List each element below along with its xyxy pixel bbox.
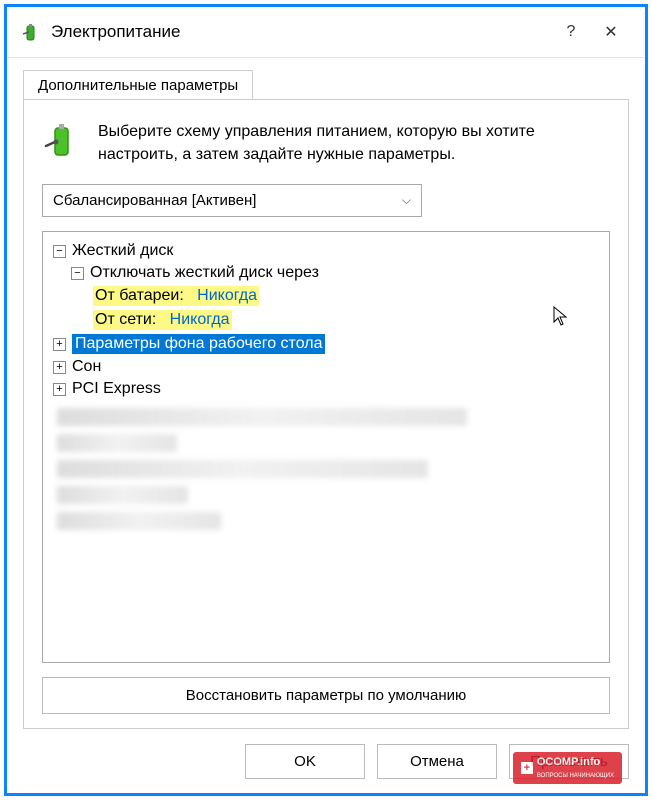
blurred-content: [53, 408, 599, 530]
tabs: Дополнительные параметры: [7, 58, 645, 100]
power-scheme-select[interactable]: Сбалансированная [Активен] ⌵: [42, 184, 422, 217]
tree-node-sleep[interactable]: + Сон: [53, 356, 599, 378]
expand-icon[interactable]: +: [53, 383, 66, 396]
tree-node-turn-off-disk[interactable]: − Отключать жесткий диск через: [53, 262, 599, 284]
cursor-icon: [553, 306, 569, 333]
window-title: Электропитание: [51, 22, 551, 42]
power-options-dialog: Электропитание ? ✕ Дополнительные параме…: [4, 4, 648, 796]
titlebar: Электропитание ? ✕: [7, 7, 645, 58]
ok-button[interactable]: OK: [245, 744, 365, 779]
watermark-subtitle: ВОПРОСЫ НАЧИНАЮЩИХ: [537, 773, 614, 779]
help-button[interactable]: ?: [551, 17, 591, 47]
restore-defaults-button[interactable]: Восстановить параметры по умолчанию: [42, 677, 610, 714]
tree-leaf-on-battery[interactable]: От батареи: Никогда: [53, 284, 599, 308]
battery-icon: [42, 120, 82, 160]
app-icon: [21, 22, 41, 42]
settings-tree: − Жесткий диск − Отключать жесткий диск …: [42, 231, 610, 663]
expand-icon[interactable]: +: [53, 361, 66, 374]
intro-text: Выберите схему управления питанием, кото…: [98, 120, 610, 166]
intro-block: Выберите схему управления питанием, кото…: [42, 120, 610, 166]
tree-node-desktop-background[interactable]: + Параметры фона рабочего стола: [53, 332, 599, 356]
tab-advanced[interactable]: Дополнительные параметры: [23, 70, 253, 100]
tree-leaf-plugged-in[interactable]: От сети: Никогда: [53, 308, 599, 332]
chevron-down-icon: ⌵: [402, 193, 411, 208]
watermark-badge: + OCOMP.info ВОПРОСЫ НАЧИНАЮЩИХ: [513, 752, 622, 784]
scheme-selected-value: Сбалансированная [Активен]: [53, 192, 256, 209]
close-button[interactable]: ✕: [591, 17, 631, 47]
cancel-button[interactable]: Отмена: [377, 744, 497, 779]
watermark-text: OCOMP.info: [537, 756, 600, 768]
collapse-icon[interactable]: −: [71, 267, 84, 280]
tree-node-hard-disk[interactable]: − Жесткий диск: [53, 240, 599, 262]
expand-icon[interactable]: +: [53, 338, 66, 351]
collapse-icon[interactable]: −: [53, 245, 66, 258]
tab-content: Выберите схему управления питанием, кото…: [23, 99, 629, 729]
plus-icon: +: [521, 762, 533, 774]
tree-node-pci-express[interactable]: + PCI Express: [53, 378, 599, 400]
